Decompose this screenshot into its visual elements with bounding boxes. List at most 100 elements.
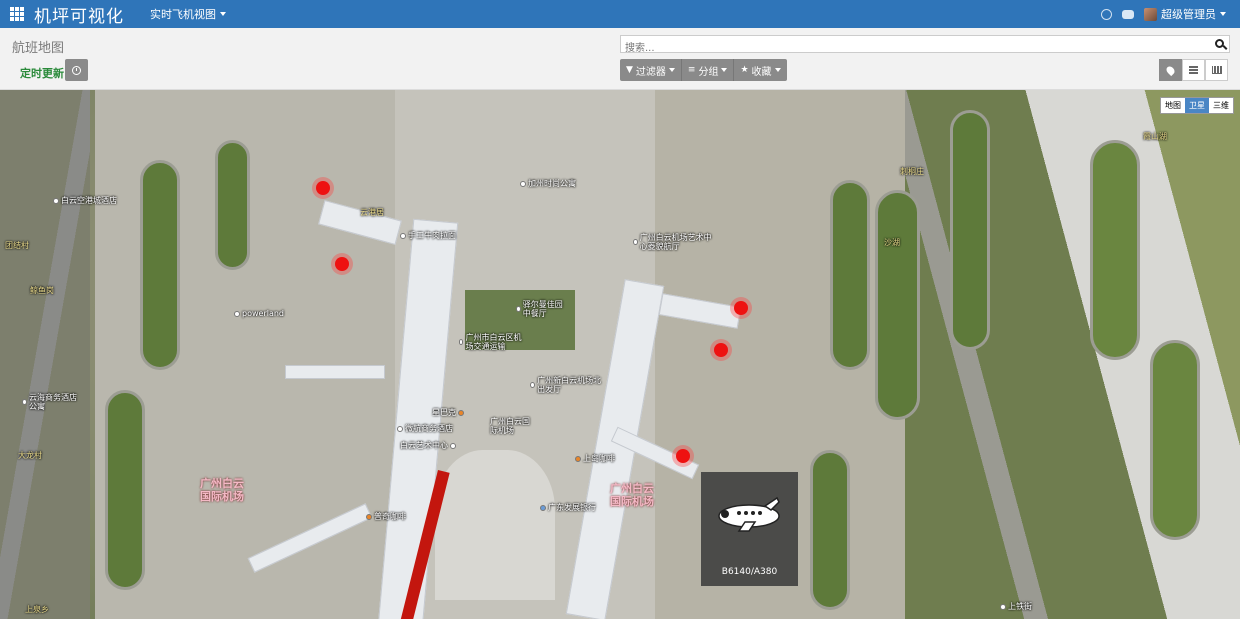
filter-icon: ▼	[626, 65, 633, 75]
grass-strip	[810, 450, 850, 610]
filter-label: 过滤器	[635, 66, 666, 78]
group-label: 分组	[698, 66, 719, 78]
coffee-icon	[575, 455, 581, 462]
poi-dot-icon	[1000, 603, 1006, 610]
page-title: 航班地图	[12, 41, 65, 56]
auto-refresh-button[interactable]	[65, 59, 88, 81]
top-navbar: 机坪可视化 实时飞机视图 超级管理员	[0, 0, 1240, 28]
satellite-map[interactable]: 白云空港城酒店 powerland 云海商务酒店公寓 加州时尚公寓 手工牛肉拉面…	[0, 90, 1240, 619]
poi-dot-icon	[53, 197, 59, 204]
flight-marker[interactable]	[714, 343, 728, 357]
user-menu[interactable]: 超级管理员	[1144, 6, 1226, 22]
poi-label[interactable]: 微航商务酒店	[397, 423, 453, 434]
poi-dot-icon	[22, 399, 27, 405]
flight-marker[interactable]	[335, 257, 349, 271]
grass-strip	[1150, 340, 1200, 540]
poi-label[interactable]: 普奇咖啡	[366, 511, 406, 522]
filter-button[interactable]: ▼ 过滤器	[620, 59, 682, 81]
poi-label: 云港居	[360, 208, 384, 217]
poi-label[interactable]: 上铁街	[1000, 601, 1032, 612]
grass-strip	[105, 390, 145, 590]
airport-name-label: 广州白云 国际机场	[610, 482, 654, 508]
grass-strip	[950, 110, 990, 350]
chart-view-button[interactable]	[1205, 59, 1228, 81]
map-pin-icon	[1164, 64, 1177, 76]
poi-label[interactable]: 云海商务酒店公寓	[22, 393, 77, 411]
poi-label[interactable]: 白云空港城酒店	[53, 195, 117, 206]
chevron-down-icon	[774, 68, 781, 72]
search-box	[620, 35, 1230, 57]
chevron-down-icon	[220, 12, 226, 16]
chevron-down-icon	[668, 68, 675, 72]
poi-dot-icon	[633, 239, 638, 245]
poi-dot-icon	[520, 180, 526, 187]
grass-strip	[140, 160, 180, 370]
map-view-button[interactable]	[1159, 59, 1182, 81]
app-brand[interactable]: 机坪可视化	[34, 2, 124, 27]
poi-label: 团结村	[5, 241, 29, 250]
poi-label[interactable]: 上岛咖啡	[575, 453, 615, 464]
poi-dot-icon	[400, 232, 406, 239]
grass-strip	[830, 180, 870, 370]
poi-label[interactable]: 广东发展银行	[540, 502, 596, 513]
flight-marker[interactable]	[734, 301, 748, 315]
clock-icon	[72, 65, 81, 75]
poi-label: 鲸鱼岗	[30, 286, 54, 295]
flight-marker[interactable]	[316, 181, 330, 195]
poi-dot-icon	[234, 310, 240, 317]
flight-info-popup[interactable]: B6140/A380	[701, 472, 798, 586]
coffee-icon	[366, 513, 372, 520]
runway-west	[0, 90, 90, 619]
map-type-map[interactable]: 地图	[1161, 98, 1185, 113]
poi-label[interactable]: 白云艺术中心	[400, 440, 456, 451]
poi-label: 刺桐庄	[900, 167, 924, 176]
poi-label[interactable]: 广州市白云区机场交通运输	[459, 333, 525, 351]
grass-strip	[215, 140, 250, 270]
poi-label: 沙湖	[884, 238, 900, 247]
chat-icon[interactable]	[1122, 9, 1134, 19]
search-icon[interactable]	[1215, 39, 1224, 48]
poi-label: 大龙村	[18, 451, 42, 460]
airport-name-label: 广州白云 国际机场	[200, 477, 244, 503]
avatar	[1144, 7, 1157, 21]
poi-label[interactable]: 星巴克	[432, 407, 464, 418]
chevron-down-icon	[721, 68, 728, 72]
airplane-icon	[718, 496, 780, 532]
poi-dot-icon	[450, 442, 456, 449]
search-input[interactable]	[621, 40, 1211, 57]
chevron-down-icon	[1220, 12, 1226, 16]
terminal-pier	[285, 365, 385, 379]
poi-label[interactable]: 手工牛肉拉面	[400, 230, 456, 241]
view-menu-dropdown[interactable]: 实时飞机视图	[150, 6, 226, 22]
list-view-button[interactable]	[1182, 59, 1205, 81]
favorites-label: 收藏	[751, 66, 772, 78]
list-icon	[1189, 66, 1198, 74]
poi-label[interactable]: 广州白云国际机场	[490, 417, 530, 435]
list-icon: ≡	[687, 65, 696, 75]
poi-dot-icon	[397, 425, 403, 432]
filter-toolbar: ▼ 过滤器 ≡ 分组 ★ 收藏	[620, 59, 787, 81]
poi-label[interactable]: 广州白云机场艺术中心菱貌航厅	[633, 233, 713, 251]
view-menu-label: 实时飞机视图	[150, 8, 216, 21]
grass-strip	[875, 190, 920, 420]
poi-label[interactable]: 广州新白云机场北出发厅	[530, 376, 605, 394]
favorites-button[interactable]: ★ 收藏	[734, 59, 786, 81]
flight-marker[interactable]	[676, 449, 690, 463]
map-type-3d[interactable]: 三维	[1209, 98, 1233, 113]
poi-label[interactable]: 加州时尚公寓	[520, 178, 576, 189]
help-icon[interactable]	[1101, 8, 1112, 20]
view-switcher	[1159, 59, 1228, 81]
poi-label: 上泉乡	[25, 605, 49, 614]
poi-label[interactable]: powerland	[234, 309, 284, 318]
poi-dot-icon	[516, 306, 521, 312]
apps-grid-icon[interactable]	[10, 7, 24, 21]
map-type-switcher: 地图 卫星 三维	[1160, 97, 1234, 114]
grass-strip	[1090, 140, 1140, 360]
coffee-icon	[458, 409, 464, 416]
poi-dot-icon	[459, 339, 464, 345]
poi-label[interactable]: 驿尔曼佳园中餐厅	[516, 300, 566, 318]
group-button[interactable]: ≡ 分组	[682, 59, 735, 81]
auto-refresh-label[interactable]: 定时更新	[20, 65, 64, 81]
poi-label: 霞山湖	[1143, 132, 1167, 141]
map-type-satellite[interactable]: 卫星	[1185, 98, 1209, 113]
